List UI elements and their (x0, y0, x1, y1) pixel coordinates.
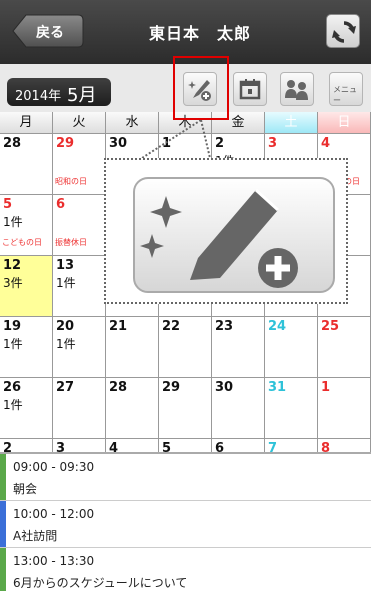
day-cell[interactable]: 27 (53, 378, 106, 438)
day-number: 25 (321, 319, 340, 334)
day-cell[interactable]: 19 1件 (0, 317, 53, 377)
day-cell[interactable]: 23 (212, 317, 265, 377)
day-cell[interactable]: 25 (318, 317, 371, 377)
group-button[interactable] (280, 72, 314, 106)
event-color-bar (0, 454, 6, 500)
day-number: 28 (109, 380, 128, 395)
day-number: 21 (109, 319, 128, 334)
event-item[interactable]: 09:00 - 09:30 朝会 (0, 454, 371, 501)
refresh-button[interactable] (326, 14, 360, 48)
day-number: 23 (215, 319, 234, 334)
event-count: 1件 (56, 337, 76, 351)
event-title: 6月からのスケジュールについて (13, 576, 188, 590)
menu-button[interactable]: メニュー (329, 72, 363, 106)
day-cell[interactable]: 31 (265, 378, 318, 438)
back-label: 戻る (36, 25, 64, 41)
day-cell[interactable]: 24 (265, 317, 318, 377)
event-time: 09:00 - 09:30 (13, 460, 95, 474)
day-cell[interactable]: 22 (159, 317, 212, 377)
event-item[interactable]: 10:00 - 12:00 A社訪問 (0, 501, 371, 548)
day-number: 30 (215, 380, 234, 395)
event-color-bar (0, 548, 6, 591)
day-number: 29 (162, 380, 181, 395)
day-number: 24 (268, 319, 287, 334)
day-number: 27 (56, 380, 75, 395)
day-number: 20 (56, 319, 75, 334)
add-schedule-icon (133, 177, 335, 293)
menu-label: メニュー (333, 85, 357, 105)
calendar-icon (239, 79, 261, 100)
day-cell[interactable]: 21 (106, 317, 159, 377)
day-cell[interactable]: 30 (212, 378, 265, 438)
day-number: 1 (321, 380, 331, 395)
calendar-week: 26 1件 27 28 29 30 31 1 (0, 377, 371, 438)
app-header: 戻る 東日本 太郎 (0, 0, 371, 64)
calendar-week: 19 1件 20 1件 21 22 23 24 25 (0, 316, 371, 377)
month-label: 5月 (67, 85, 97, 106)
event-item[interactable]: 13:00 - 13:30 6月からのスケジュールについて (0, 548, 371, 591)
group-icon (285, 80, 308, 100)
icon-zoom-callout (104, 158, 348, 304)
day-number: 31 (268, 380, 287, 395)
event-list: 09:00 - 09:30 朝会 10:00 - 12:00 A社訪問 13:00 - … (0, 452, 371, 591)
day-cell[interactable]: 1 (318, 378, 371, 438)
event-title: A社訪問 (13, 529, 58, 543)
event-time: 10:00 - 12:00 (13, 507, 95, 521)
day-number: 19 (3, 319, 22, 334)
event-count: 1件 (3, 398, 23, 412)
back-button[interactable]: 戻る (12, 14, 84, 48)
event-time: 13:00 - 13:30 (13, 554, 95, 568)
day-cell[interactable]: 29 (159, 378, 212, 438)
year-label: 2014年 (15, 89, 62, 104)
event-title: 朝会 (13, 482, 38, 496)
highlight-box (173, 56, 229, 120)
day-number: 22 (162, 319, 181, 334)
event-count: 1件 (3, 337, 23, 351)
refresh-icon (332, 21, 356, 43)
day-cell[interactable]: 26 1件 (0, 378, 53, 438)
page-title: 東日本 太郎 (148, 24, 251, 43)
month-selector[interactable]: 2014年 5月 (7, 78, 111, 106)
day-number: 26 (3, 380, 22, 395)
calendar-button[interactable] (233, 72, 267, 106)
event-color-bar (0, 501, 6, 547)
day-cell[interactable]: 28 (106, 378, 159, 438)
day-cell[interactable]: 20 1件 (53, 317, 106, 377)
